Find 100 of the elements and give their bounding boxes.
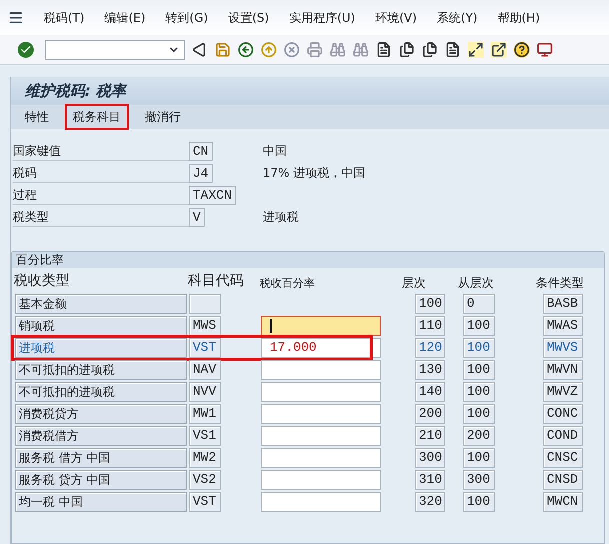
command-field[interactable]: [45, 40, 185, 60]
percent-value: 17.000: [270, 339, 317, 357]
account-code: VST: [189, 492, 221, 512]
column-header: 科目代码: [188, 272, 245, 291]
account-code: VS1: [189, 426, 221, 446]
from-level-value: 100: [463, 404, 495, 424]
account-code: MW2: [189, 448, 221, 468]
find-next-icon[interactable]: [353, 42, 369, 58]
tax-type: 消费税借方: [15, 426, 187, 446]
column-header: 税收百分率: [260, 276, 316, 292]
menu-item[interactable]: 设置(S): [228, 8, 270, 26]
condition-type: MWVZ: [543, 382, 583, 402]
level-value: 130: [415, 360, 445, 380]
condition-type: CNSC: [543, 448, 583, 468]
percent-field[interactable]: [261, 426, 381, 446]
from-level-value: 100: [463, 316, 495, 336]
back-icon[interactable]: [238, 42, 254, 58]
text-cursor: [270, 319, 272, 333]
percent-field[interactable]: [261, 382, 381, 402]
menu-item[interactable]: 实用程序(U): [289, 8, 356, 26]
column-header: 层次: [402, 275, 427, 292]
percent-field[interactable]: [261, 316, 381, 336]
level-value: 110: [415, 316, 445, 336]
condition-type: MWVS: [543, 338, 583, 358]
field-description: 17% 进项税，中国: [263, 165, 366, 182]
triangle-icon[interactable]: [192, 42, 208, 58]
percent-field[interactable]: [261, 448, 381, 468]
percent-field[interactable]: [261, 492, 381, 512]
check-icon[interactable]: [18, 42, 34, 58]
field-description: 进项税: [263, 209, 299, 226]
cancel-icon[interactable]: [284, 42, 300, 58]
level-value: 100: [415, 294, 445, 314]
tax-type: 均一税 中国: [15, 492, 187, 512]
tax-type: 进项税: [15, 338, 187, 358]
from-level-value: 100: [463, 360, 495, 380]
menu-item[interactable]: 帮助(H): [498, 8, 540, 26]
level-value: 210: [415, 426, 445, 446]
field-label: 国家键值: [13, 141, 189, 161]
from-level-value: 200: [463, 426, 495, 446]
tax-type: 服务税 贷方 中国: [15, 470, 187, 490]
tax-type: 服务税 借方 中国: [15, 448, 187, 468]
tab[interactable]: 税务科目: [65, 104, 129, 130]
level-value: 200: [415, 404, 445, 424]
account-code: VST: [189, 338, 221, 358]
condition-type: CNSD: [543, 470, 583, 490]
condition-type: MWAS: [543, 316, 583, 336]
field-value: CN: [189, 142, 213, 160]
field-label: 税码: [13, 163, 189, 183]
level-value: 320: [415, 492, 445, 512]
screen-title: 维护税码: 税率: [11, 77, 609, 105]
column-header: 条件类型: [536, 275, 584, 292]
condition-type: BASB: [543, 294, 583, 314]
level-value: 310: [415, 470, 445, 490]
save-icon[interactable]: [215, 42, 231, 58]
from-level-value: 300: [463, 470, 495, 490]
menu-item[interactable]: 编辑(E): [104, 8, 146, 26]
condition-type: MWCN: [543, 492, 583, 512]
condition-type: COND: [543, 426, 583, 446]
tax-type: 不可抵扣的进项税: [15, 382, 187, 402]
tax-type: 基本金额: [15, 294, 187, 314]
field-value: J4: [189, 164, 213, 182]
exit-icon[interactable]: [261, 42, 277, 58]
from-level-value: 100: [463, 382, 495, 402]
from-level-value: 100: [463, 338, 495, 358]
account-code: NVV: [189, 382, 221, 402]
account-code: MW1: [189, 404, 221, 424]
menu-item[interactable]: 环境(V): [375, 8, 418, 26]
from-level-value: 0: [463, 294, 495, 314]
field-value: TAXCN: [189, 186, 236, 204]
menu-icon[interactable]: [8, 10, 24, 26]
tax-type: 不可抵扣的进项税: [15, 360, 187, 380]
tab[interactable]: 撤消行: [137, 104, 189, 130]
field-value: V: [189, 208, 205, 226]
level-value: 300: [415, 448, 445, 468]
condition-type: MWVN: [543, 360, 583, 380]
field-label: 过程: [13, 185, 189, 205]
field-label: 税类型: [13, 207, 189, 227]
field-description: 中国: [263, 143, 287, 160]
from-level-value: 100: [463, 448, 495, 468]
shortcut-icon[interactable]: [491, 42, 507, 58]
column-header: 税收类型: [14, 272, 71, 291]
group-title: 百分比率: [12, 252, 604, 268]
menu-item[interactable]: 系统(Y): [437, 8, 478, 26]
percent-field[interactable]: 17.000: [261, 338, 381, 358]
menu-item[interactable]: 税码(T): [44, 8, 85, 26]
monitor-icon[interactable]: [537, 42, 553, 58]
percent-field[interactable]: [261, 404, 381, 424]
account-code: MWS: [189, 316, 221, 336]
print-icon[interactable]: [307, 42, 323, 58]
percent-field[interactable]: [261, 360, 381, 380]
help-icon[interactable]: [514, 42, 530, 58]
tab[interactable]: 特性: [17, 104, 57, 130]
account-code: [189, 294, 221, 314]
condition-type: CONC: [543, 404, 583, 424]
account-code: VS2: [189, 470, 221, 490]
percent-field[interactable]: [261, 470, 381, 490]
tax-type: 消费税贷方: [15, 404, 187, 424]
level-value: 120: [415, 338, 445, 358]
menu-item[interactable]: 转到(G): [166, 8, 208, 26]
find-icon[interactable]: [330, 42, 346, 58]
